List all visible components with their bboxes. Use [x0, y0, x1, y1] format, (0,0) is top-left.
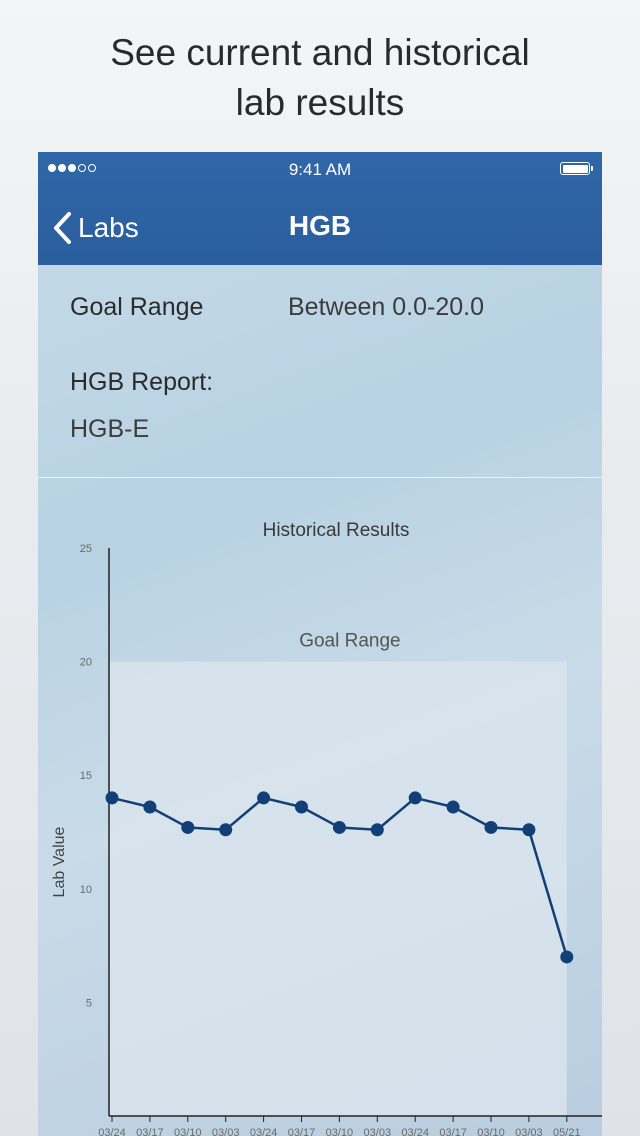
- promo-caption: See current and historical lab results: [0, 28, 640, 128]
- y-tick-label: 5: [86, 997, 92, 1009]
- y-tick-label: 20: [80, 657, 92, 669]
- x-tick-label: 03/10: [477, 1127, 505, 1136]
- y-tick-label: 10: [80, 884, 92, 896]
- y-tick-label: 15: [80, 770, 92, 782]
- historical-results-chart: Goal Range Historical Results 5 10 15 20 25 Lab…: [38, 478, 602, 1136]
- x-tick-label: 05/21: [553, 1127, 581, 1136]
- promo-line-1: See current and historical: [110, 32, 530, 73]
- data-point: [522, 823, 536, 837]
- data-point: [446, 800, 460, 814]
- x-tick-label: 03/17: [288, 1127, 316, 1136]
- goal-range-band: [109, 661, 567, 1116]
- x-tick-label: 03/10: [326, 1127, 354, 1136]
- x-tick-label: 03/24: [250, 1127, 278, 1136]
- phone-screen: 9:41 AM Labs HGB Goal Range Between 0.0-…: [38, 152, 602, 1136]
- y-tick-label: 25: [80, 543, 92, 555]
- x-tick-label: 03/10: [174, 1127, 202, 1136]
- x-tick-label: 03/03: [515, 1127, 543, 1136]
- promo-line-2: lab results: [235, 82, 405, 123]
- report-value: HGB-E: [70, 415, 150, 443]
- x-tick-label: 03/24: [98, 1127, 126, 1136]
- data-point: [143, 800, 157, 814]
- chart-svg: Goal Range Historical Results 5 10 15 20 25 Lab…: [51, 520, 602, 1136]
- y-axis-label: Lab Value: [51, 826, 68, 897]
- goal-range-value: Between 0.0-20.0: [288, 293, 484, 321]
- goal-range-caption: Goal Range: [299, 631, 400, 652]
- status-bar: 9:41 AM: [38, 152, 602, 188]
- data-point: [257, 791, 271, 805]
- status-time: 9:41 AM: [288, 160, 352, 179]
- data-point: [332, 820, 346, 834]
- report-title: HGB Report:: [70, 368, 214, 396]
- goal-range-label: Goal Range: [70, 293, 204, 321]
- x-tick-label: 03/03: [212, 1127, 240, 1136]
- data-point: [295, 800, 308, 814]
- data-point: [181, 820, 195, 834]
- navigation-bar: 9:41 AM Labs HGB: [38, 152, 602, 265]
- data-point: [219, 823, 233, 837]
- data-point: [370, 823, 384, 837]
- data-point: [105, 791, 119, 805]
- x-tick-label: 03/03: [364, 1127, 392, 1136]
- data-point: [560, 950, 574, 964]
- x-tick-label: 03/17: [439, 1127, 467, 1136]
- chart-title: Historical Results: [263, 520, 410, 541]
- x-tick-label: 03/24: [401, 1127, 429, 1136]
- x-tick-label: 03/17: [136, 1127, 164, 1136]
- data-point: [484, 820, 498, 834]
- page-title: HGB: [288, 210, 352, 241]
- lab-info-section: Goal Range Between 0.0-20.0 HGB Report: …: [38, 265, 602, 478]
- data-point: [408, 791, 422, 805]
- battery-icon: [560, 162, 593, 175]
